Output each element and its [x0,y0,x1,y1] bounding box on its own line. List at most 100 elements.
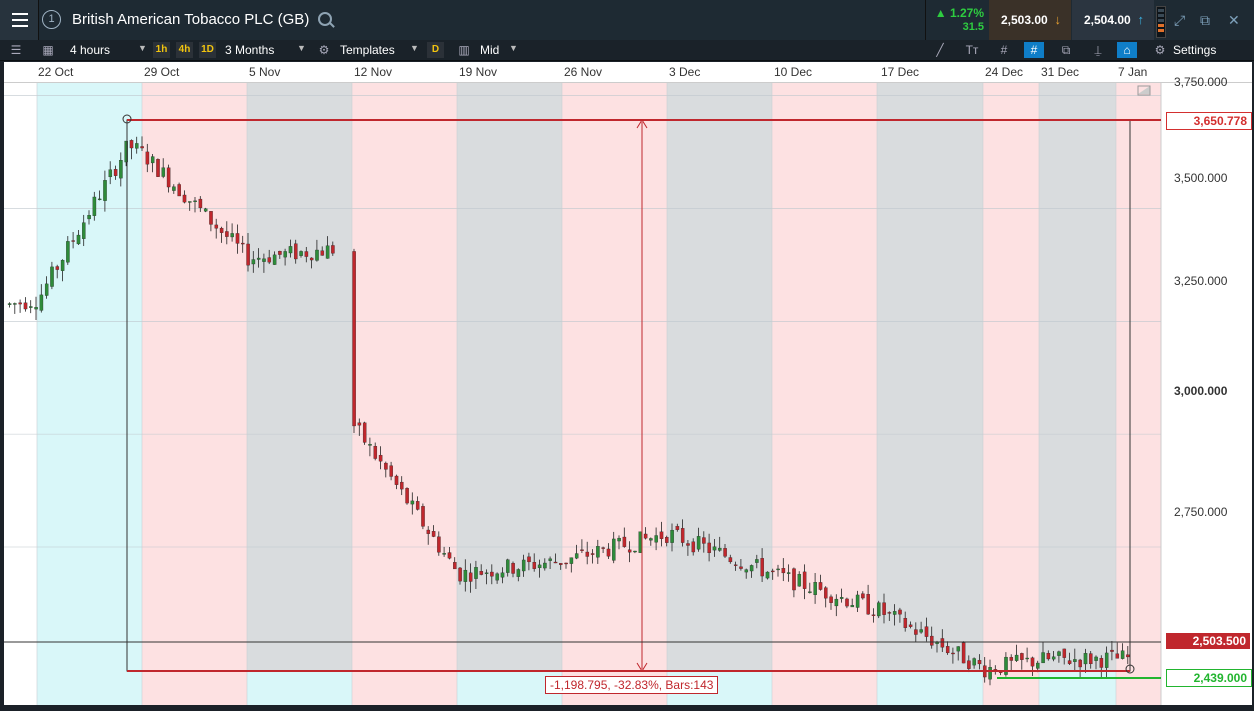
candle-up [1036,662,1040,669]
price-chart[interactable] [4,62,1252,705]
candle-up [92,196,97,216]
candle-down [437,536,441,553]
chevron-down-icon[interactable]: ▼ [509,43,518,53]
candle-up [755,559,759,563]
candle-down [235,233,240,244]
candle-down [559,563,563,565]
candle-down [771,570,775,573]
candle-down [278,250,282,255]
candle-down [352,251,356,427]
candle-down [908,624,913,627]
draw-line-icon[interactable]: ╱ [930,42,950,58]
chart-toolbar: ☰ ▦ 4 hours ▼ 1h 4h 1D 3 Months ▼ ⚙ Temp… [0,40,1254,61]
candle-up [765,571,770,579]
zone-5nov [247,82,352,705]
candle-down [241,242,245,245]
candle-down [590,553,595,555]
candle-up [521,559,526,572]
chevron-down-icon[interactable]: ▼ [138,43,147,53]
change-box: ▲ 1.27% 31.5 [925,0,988,40]
date-label: 10 Dec [774,65,813,79]
zone-17dec [877,82,983,705]
change-absolute: 31.5 [962,21,984,33]
candle-down [940,638,945,648]
instrument-title[interactable]: British American Tobacco PLC (GB) [72,11,309,28]
interval-1d[interactable]: 1D [199,42,216,58]
y-tick-label: 3,500.000 [1174,171,1228,185]
menu-button[interactable] [0,0,39,40]
candle-down [378,454,383,462]
candle-up [29,306,33,308]
indicator-icon[interactable]: ⍊ [1088,42,1108,58]
search-icon[interactable] [318,12,332,26]
candle-down [1110,649,1114,652]
candle-down [728,557,733,563]
buy-button[interactable]: 2,504.00 ↑ [1072,0,1154,40]
layout-icon[interactable]: ▦ [38,42,58,58]
current-price-tag: 2,503.500 [1166,633,1250,649]
templates-icon[interactable]: ⚙ [314,42,334,58]
settings-button[interactable]: Settings [1173,43,1216,57]
candle-down [665,537,669,543]
candle-up [633,550,637,553]
candle-up [103,180,107,201]
candle-up [654,535,658,543]
sell-button[interactable]: 2,503.00 ↓ [989,0,1071,40]
candle-down [156,159,160,177]
candle-up [66,241,70,263]
interval-1h[interactable]: 1h [153,42,170,58]
candle-up [670,529,674,543]
candle-up [283,251,287,258]
chart-area[interactable]: 22 Oct 29 Oct 5 Nov 12 Nov 19 Nov 26 Nov… [4,62,1252,705]
candle-down [887,612,892,614]
candle-down [680,528,685,543]
popout-icon[interactable]: ⧉ [1200,12,1210,29]
close-icon[interactable]: ✕ [1228,12,1240,29]
candle-down [792,568,796,591]
candle-up [855,594,860,608]
range-select[interactable]: 3 Months [225,43,274,57]
chevron-down-icon[interactable]: ▼ [410,43,419,53]
text-tool-icon[interactable]: Tт [962,42,982,58]
price-mode-select[interactable]: Mid [480,43,499,57]
interval-4h[interactable]: 4h [176,42,193,58]
candle-up [1025,657,1029,660]
candle-down [691,541,696,553]
copy-icon[interactable]: ⧉ [1056,42,1076,58]
date-label: 7 Jan [1118,65,1148,79]
candles-icon[interactable]: ▥ [454,42,474,58]
list-icon[interactable]: ☰ [6,42,26,58]
candle-up [500,572,505,578]
y-tick-label: 3,000.000 [1174,384,1228,398]
buy-price: 2,504.00 [1084,13,1131,27]
grid-icon[interactable]: # [994,42,1014,58]
d-badge[interactable]: D [427,42,444,58]
volume-indicator [1156,6,1166,38]
candle-up [495,573,499,581]
templates-button[interactable]: Templates [340,43,395,57]
candle-up [172,186,176,191]
interval-select[interactable]: 4 hours [70,43,110,57]
candle-down [267,257,272,263]
candle-down [304,251,309,257]
candle-up [272,254,277,265]
candle-down [209,211,213,225]
candle-up [1120,650,1125,659]
window-number-icon[interactable]: 1 [42,10,61,29]
date-label: 3 Dec [669,65,701,79]
candle-down [23,302,28,310]
zone-bottom-cyan3 [247,671,352,705]
tag-icon[interactable]: ⌂ [1117,42,1137,58]
expand-icon[interactable]: ⤢ [1174,12,1185,29]
candle-up [44,283,49,296]
settings-gear-icon[interactable]: ⚙ [1150,42,1170,58]
candle-down [384,462,388,470]
candle-down [214,224,219,229]
chevron-down-icon[interactable]: ▼ [297,43,306,53]
date-label: 26 Nov [564,65,603,79]
crosshair-grid-icon[interactable]: # [1024,42,1044,58]
zone-pre-cyan [37,82,127,705]
candle-up [877,602,881,617]
candle-down [447,552,452,559]
candle-down [362,422,367,443]
